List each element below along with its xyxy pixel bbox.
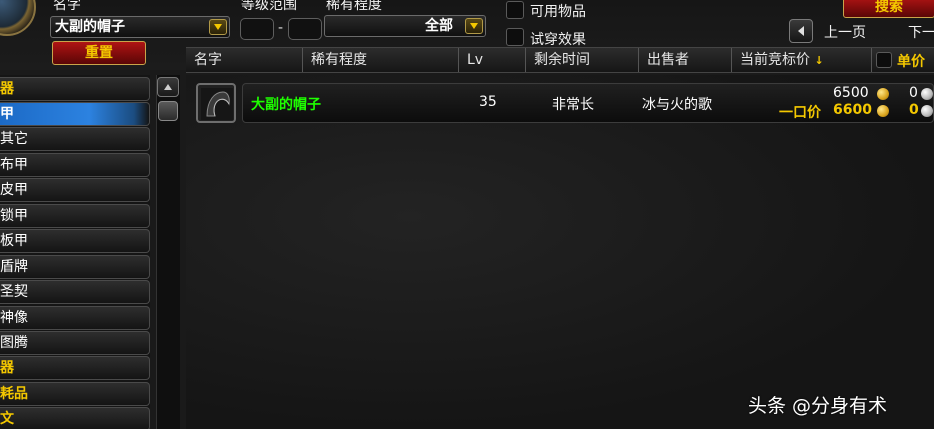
usable-items-label: 可用物品 (530, 4, 586, 20)
unit-price-label: 单价 (897, 54, 925, 70)
reset-button[interactable]: 重置 (52, 41, 146, 65)
column-current-bid-label: 当前竞标价 (740, 52, 810, 68)
gold-coin-icon (877, 105, 889, 117)
sidebar-item-weapon[interactable]: 器 (0, 77, 150, 101)
sidebar-item-libram[interactable]: 圣契 (0, 280, 150, 304)
results-list: 大副的帽子 35 非常长 冰与火的歌 6500 0 一口价 6600 0 (186, 75, 934, 429)
rarity-dropdown[interactable]: 全部 (324, 15, 486, 37)
level-range-label: 等级范围 (241, 0, 297, 13)
column-name[interactable]: 名字 (186, 48, 303, 72)
prev-page-button[interactable] (789, 19, 813, 43)
category-sidebar: 器 甲 其它 布甲 皮甲 锁甲 板甲 盾牌 圣契 神像 图腾 器 耗品 文 (0, 75, 150, 429)
preview-label: 试穿效果 (530, 32, 586, 48)
item-seller: 冰与火的歌 (642, 97, 712, 113)
column-time-left[interactable]: 剩余时间 (526, 48, 639, 72)
column-seller[interactable]: 出售者 (639, 48, 732, 72)
chevron-left-icon (798, 26, 804, 36)
level-min-input[interactable] (240, 18, 274, 40)
sidebar-item-misc[interactable]: 其它 (0, 127, 150, 151)
item-name[interactable]: 大副的帽子 (251, 94, 321, 114)
rarity-label: 稀有程度 (326, 0, 382, 13)
sort-arrow-icon: ↓ (814, 54, 824, 67)
buyout-gold-amount: 6600 (833, 102, 872, 118)
column-rarity[interactable]: 稀有程度 (303, 48, 459, 72)
chevron-up-icon (164, 84, 172, 90)
sidebar-item-text[interactable]: 文 (0, 407, 150, 429)
bid-silver-amount: 0 (909, 85, 918, 101)
name-label: 名字 (53, 0, 81, 13)
item-time-left: 非常长 (552, 97, 594, 113)
buyout-label: 一口价 (779, 105, 821, 121)
preview-checkbox[interactable] (506, 28, 524, 46)
item-level: 35 (479, 94, 497, 110)
sidebar-item-container[interactable]: 器 (0, 356, 150, 380)
sidebar-item-totem[interactable]: 图腾 (0, 331, 150, 355)
silver-coin-icon (921, 88, 933, 100)
level-range-dash: - (278, 20, 284, 36)
chevron-down-icon (470, 23, 478, 29)
silver-coin-icon (921, 105, 933, 117)
result-row-bar[interactable]: 大副的帽子 35 非常长 冰与火的歌 6500 0 一口价 6600 0 (242, 83, 934, 123)
table-row[interactable]: 大副的帽子 35 非常长 冰与火的歌 6500 0 一口价 6600 0 (186, 81, 934, 125)
name-input[interactable]: 大副的帽子 (50, 16, 230, 38)
item-hat-icon[interactable] (196, 83, 236, 123)
search-button[interactable]: 搜索 (843, 0, 934, 18)
scroll-thumb[interactable] (158, 101, 178, 121)
unit-price-checkbox[interactable] (876, 52, 892, 68)
prev-page-label[interactable]: 上一页 (824, 22, 866, 42)
hood-icon (201, 88, 233, 120)
rarity-dropdown-button[interactable] (465, 18, 483, 34)
sidebar-item-mail[interactable]: 锁甲 (0, 204, 150, 228)
bid-gold-amount: 6500 (833, 85, 869, 101)
sidebar-item-armor[interactable]: 甲 (0, 102, 150, 126)
gold-coin-icon (877, 88, 889, 100)
column-current-bid[interactable]: 当前竞标价 ↓ (732, 48, 872, 72)
name-dropdown-button[interactable] (209, 19, 227, 35)
guild-emblem-icon (0, 0, 36, 36)
name-input-value: 大副的帽子 (55, 19, 125, 35)
sidebar-item-shield[interactable]: 盾牌 (0, 255, 150, 279)
chevron-down-icon (214, 24, 222, 30)
sidebar-item-consumable[interactable]: 耗品 (0, 382, 150, 406)
watermark: 头条 @分身有术 (748, 395, 888, 417)
sidebar-scrollbar[interactable] (156, 75, 180, 429)
sidebar-item-idol[interactable]: 神像 (0, 306, 150, 330)
scroll-up-button[interactable] (157, 77, 179, 97)
buyout-silver-amount: 0 (909, 102, 919, 118)
rarity-value: 全部 (425, 18, 453, 34)
next-page-label[interactable]: 下一 (908, 22, 934, 42)
level-max-input[interactable] (288, 18, 322, 40)
results-column-header: 名字 稀有程度 Lv 剩余时间 出售者 当前竞标价 ↓ 单价 (186, 47, 934, 73)
sidebar-item-cloth[interactable]: 布甲 (0, 153, 150, 177)
usable-items-checkbox[interactable] (506, 1, 524, 19)
sidebar-item-plate[interactable]: 板甲 (0, 229, 150, 253)
column-level[interactable]: Lv (459, 48, 526, 72)
sidebar-item-leather[interactable]: 皮甲 (0, 178, 150, 202)
